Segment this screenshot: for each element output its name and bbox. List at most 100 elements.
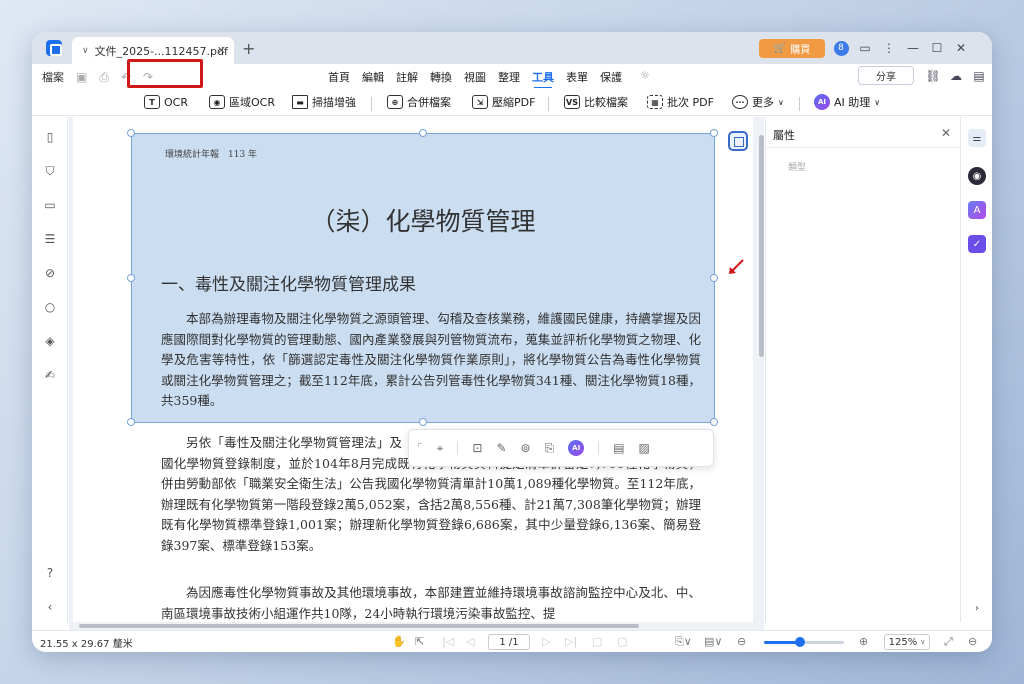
next-page-icon[interactable]: ▷ bbox=[542, 635, 550, 648]
menu-tools[interactable]: 工具 bbox=[526, 69, 560, 89]
ai-assistant-button[interactable]: AI AI 助理 ∨ bbox=[814, 92, 880, 112]
chapter-title: （柒）化學物質管理 bbox=[310, 207, 536, 236]
scan-enhance-label: 掃描增強 bbox=[312, 96, 356, 109]
menu-protect[interactable]: 保護 bbox=[594, 69, 628, 85]
select-tool-icon[interactable]: ⇱ bbox=[415, 635, 424, 648]
menu-edit[interactable]: 編輯 bbox=[356, 69, 390, 85]
zoom-slider[interactable] bbox=[764, 637, 844, 647]
more-vertical-icon[interactable]: ⋮ bbox=[881, 40, 897, 56]
account-avatar[interactable]: 8 bbox=[833, 40, 849, 56]
ocr-page-icon[interactable] bbox=[728, 131, 748, 151]
bookmark-icon[interactable]: ⛉ bbox=[42, 163, 58, 179]
save-icon[interactable]: ▣ bbox=[76, 70, 87, 84]
collapse-left-icon[interactable]: ‹ bbox=[42, 599, 58, 615]
prev-page-icon[interactable]: ◁ bbox=[466, 635, 474, 648]
last-page-icon[interactable]: ▷| bbox=[565, 635, 577, 648]
area-ocr-button[interactable]: ◉ 區域OCR bbox=[209, 92, 275, 112]
zoom-out-icon[interactable]: ⊖ bbox=[737, 635, 746, 648]
translate-icon[interactable]: ⎘ bbox=[545, 441, 555, 456]
fit-page-icon[interactable]: ▢ bbox=[592, 635, 602, 648]
chevron-down-icon[interactable]: ∨ bbox=[82, 46, 89, 56]
rotate-icon[interactable]: ▢ bbox=[617, 635, 627, 648]
horizontal-scrollbar[interactable] bbox=[69, 622, 764, 630]
settings-minus-icon[interactable]: ⊖ bbox=[968, 635, 977, 648]
more-tools-button[interactable]: ··· 更多 ∨ bbox=[732, 92, 784, 112]
ocr-button[interactable]: T OCR bbox=[144, 92, 188, 112]
close-tab-icon[interactable]: ✕ bbox=[217, 44, 226, 57]
display-mode-icon[interactable]: ▤∨ bbox=[704, 635, 722, 648]
translate-ai-icon[interactable]: A bbox=[968, 201, 986, 219]
signature-icon[interactable]: ✍ bbox=[42, 367, 58, 383]
properties-sliders-icon[interactable]: ⚌ bbox=[968, 129, 986, 147]
menu-comment[interactable]: 註解 bbox=[390, 69, 424, 85]
copy-icon[interactable]: ▤ bbox=[613, 441, 624, 455]
extract-text-icon[interactable]: ⊚ bbox=[521, 441, 531, 455]
page-layout-icon[interactable]: ⎘∨ bbox=[675, 635, 692, 649]
menu-home[interactable]: 首頁 bbox=[322, 69, 356, 85]
zoom-slider-knob[interactable] bbox=[795, 637, 805, 647]
lightbulb-icon[interactable]: ☼ bbox=[628, 69, 662, 85]
crop-icon[interactable]: ⌜ bbox=[417, 441, 423, 455]
compress-pdf-button[interactable]: ⇲ 壓縮PDF bbox=[472, 92, 535, 112]
page-thumbnail-icon[interactable]: ▯ bbox=[42, 129, 58, 145]
fullscreen-icon[interactable]: ⤢ bbox=[944, 635, 953, 649]
compare-icon: VS bbox=[564, 95, 580, 109]
print-icon[interactable]: ⎙ bbox=[99, 70, 109, 85]
edit-icon[interactable]: ✎ bbox=[496, 441, 506, 455]
layers-icon[interactable]: ◈ bbox=[42, 333, 58, 349]
menu-file[interactable]: 檔案 bbox=[42, 69, 64, 85]
compare-files-button[interactable]: VS 比較檔案 bbox=[564, 92, 628, 112]
batch-label: 批次 PDF bbox=[667, 96, 714, 109]
vertical-scrollbar[interactable] bbox=[759, 135, 764, 357]
ai-chat-icon[interactable]: ◉ bbox=[968, 167, 986, 185]
scrollbar-thumb[interactable] bbox=[79, 624, 639, 628]
merge-files-button[interactable]: ⊕ 合併檔案 bbox=[387, 92, 451, 112]
hand-tool-icon[interactable]: ✋ bbox=[392, 635, 406, 648]
ocr-frame-icon[interactable]: ⊡ bbox=[472, 441, 482, 455]
comment-icon[interactable]: ▭ bbox=[42, 197, 58, 213]
panel-toggle-icon[interactable]: ▤ bbox=[971, 68, 987, 84]
properties-panel: 屬性 ✕ 類型 bbox=[765, 117, 961, 622]
network-icon[interactable]: ⛓ bbox=[925, 68, 941, 84]
zoom-value: 125% bbox=[888, 636, 918, 648]
chevron-down-icon: ∨ bbox=[874, 97, 881, 107]
first-page-icon[interactable]: |◁ bbox=[442, 635, 454, 648]
zoom-level-select[interactable]: 125% ∨ bbox=[884, 634, 930, 650]
resize-handle[interactable] bbox=[710, 274, 718, 282]
buy-button[interactable]: 🛒 購買 bbox=[759, 39, 825, 58]
minimize-icon[interactable]: — bbox=[905, 40, 921, 56]
resize-handle[interactable] bbox=[419, 129, 427, 137]
close-icon[interactable]: ✕ bbox=[941, 126, 951, 140]
new-tab-icon[interactable]: + bbox=[242, 39, 255, 58]
menu-view[interactable]: 視圖 bbox=[458, 69, 492, 85]
document-viewer[interactable]: 環境統計年報 113 年 （柒）化學物質管理 一、毒性及關注化學物質管理成果 本… bbox=[69, 117, 764, 622]
ai-icon[interactable]: AI bbox=[568, 440, 585, 456]
cloud-upload-icon[interactable]: ☁ bbox=[948, 68, 964, 84]
collapse-right-icon[interactable]: › bbox=[968, 599, 986, 617]
resize-handle[interactable] bbox=[419, 418, 427, 426]
pin-icon[interactable]: ⌖ bbox=[437, 441, 444, 456]
resize-handle[interactable] bbox=[127, 129, 135, 137]
menu-form[interactable]: 表單 bbox=[560, 69, 594, 85]
maximize-icon[interactable]: ☐ bbox=[929, 40, 945, 56]
resize-handle[interactable] bbox=[127, 274, 135, 282]
zoom-in-icon[interactable]: ⊕ bbox=[859, 635, 868, 648]
page-number-field[interactable]: 1 /1 bbox=[488, 634, 530, 650]
share-button[interactable]: 分享 bbox=[858, 66, 914, 85]
search-icon[interactable]: ○ bbox=[42, 299, 58, 315]
menu-organize[interactable]: 整理 bbox=[492, 69, 526, 85]
resize-handle[interactable] bbox=[710, 418, 718, 426]
image-icon[interactable]: ▨ bbox=[639, 441, 650, 455]
resize-handle[interactable] bbox=[127, 418, 135, 426]
check-task-icon[interactable]: ✓ bbox=[968, 235, 986, 253]
close-window-icon[interactable]: ✕ bbox=[953, 40, 969, 56]
help-icon[interactable]: ? bbox=[42, 565, 58, 581]
resize-handle[interactable] bbox=[710, 129, 718, 137]
scan-enhance-button[interactable]: ▬ 掃描增強 bbox=[292, 92, 356, 112]
menu-convert[interactable]: 轉換 bbox=[424, 69, 458, 85]
attachment-icon[interactable]: ⊘ bbox=[42, 265, 58, 281]
batch-pdf-button[interactable]: ▦ 批次 PDF bbox=[647, 92, 714, 112]
message-icon[interactable]: ▭ bbox=[857, 40, 873, 56]
layers-list-icon[interactable]: ☰ bbox=[42, 231, 58, 247]
toolbar-divider bbox=[548, 97, 549, 111]
